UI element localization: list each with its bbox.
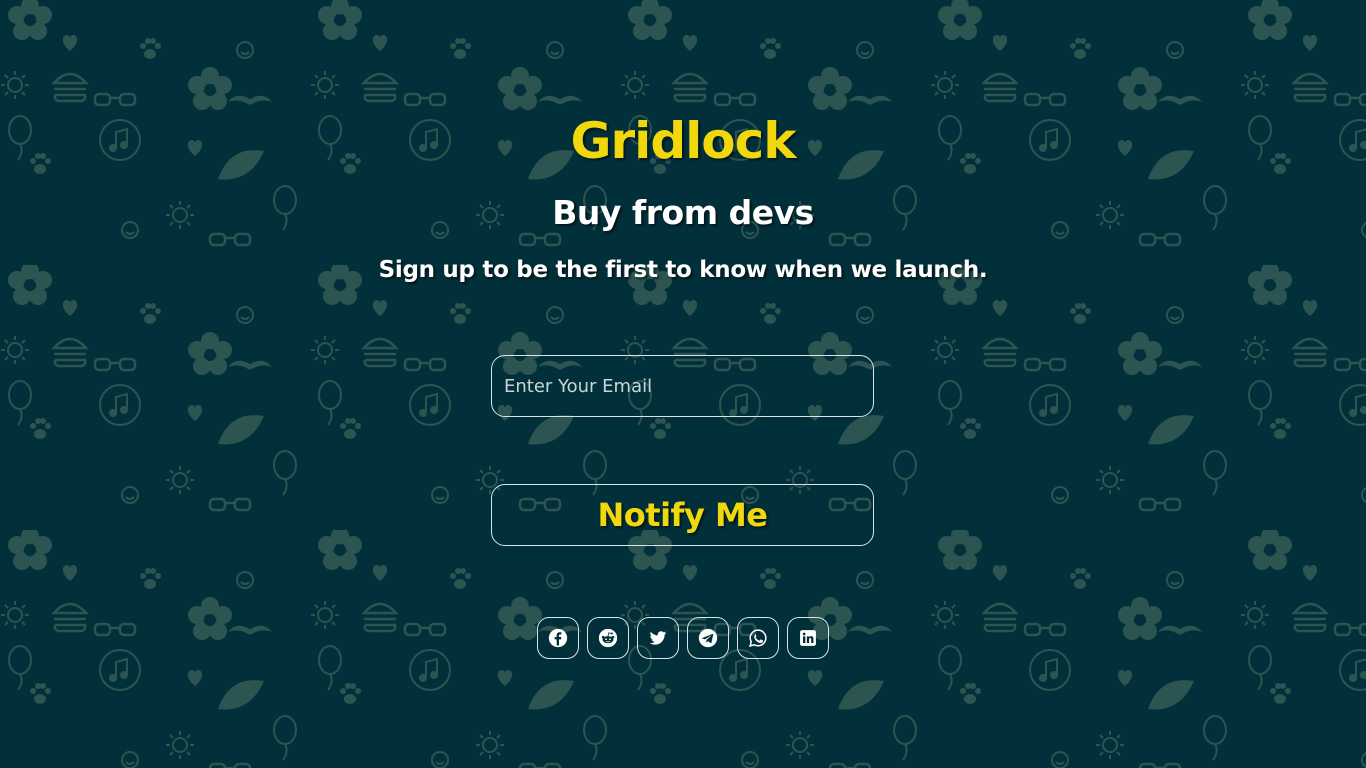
telegram-icon	[698, 628, 718, 648]
social-links	[537, 617, 829, 659]
twitter-button[interactable]	[637, 617, 679, 659]
facebook-icon	[548, 628, 568, 648]
page-title: Gridlock	[570, 112, 796, 170]
signup-tagline: Sign up to be the first to know when we …	[378, 257, 988, 283]
twitter-icon	[649, 631, 667, 645]
landing-content: Gridlock Buy from devs Sign up to be the…	[0, 0, 1366, 768]
email-input[interactable]	[491, 355, 874, 417]
facebook-button[interactable]	[537, 617, 579, 659]
page-subtitle: Buy from devs	[552, 193, 814, 232]
linkedin-icon	[800, 630, 816, 646]
notify-me-button[interactable]: Notify Me	[491, 484, 874, 546]
whatsapp-icon	[749, 629, 767, 647]
linkedin-button[interactable]	[787, 617, 829, 659]
telegram-button[interactable]	[687, 617, 729, 659]
reddit-icon	[598, 628, 618, 648]
reddit-button[interactable]	[587, 617, 629, 659]
whatsapp-button[interactable]	[737, 617, 779, 659]
